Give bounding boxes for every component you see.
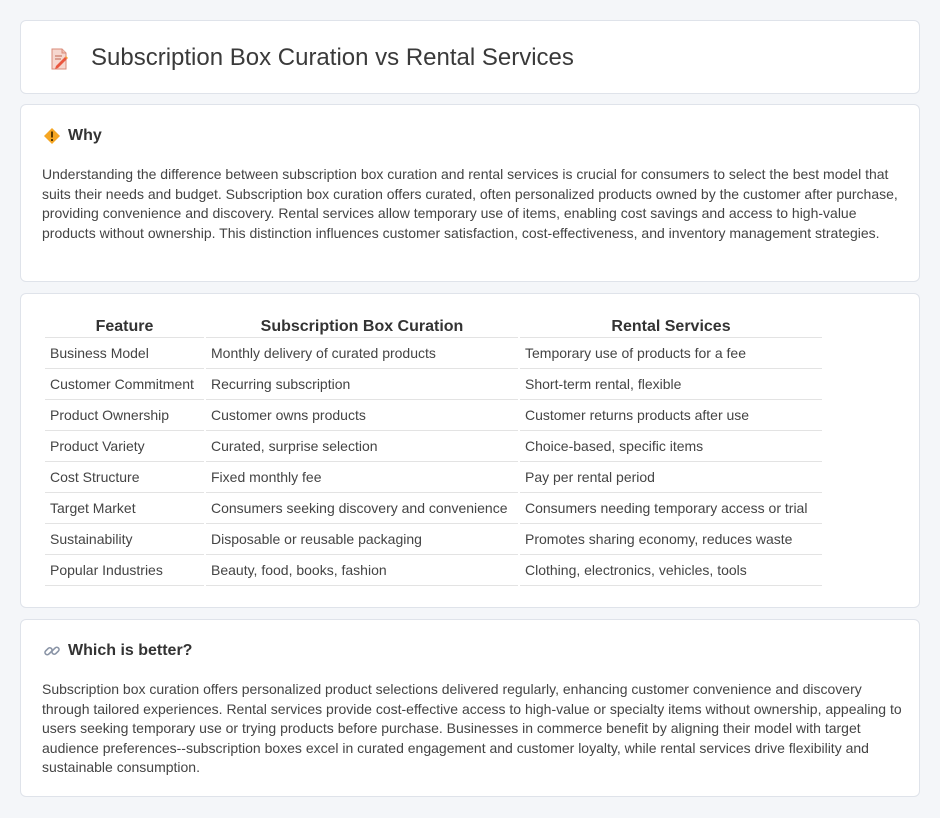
header-card: Subscription Box Curation vs Rental Serv… xyxy=(20,20,920,94)
row-feature: Sustainability xyxy=(45,524,204,555)
row-subscription: Customer owns products xyxy=(206,400,518,431)
page-title: Subscription Box Curation vs Rental Serv… xyxy=(91,44,574,71)
table-row: Customer Commitment Recurring subscripti… xyxy=(45,369,822,400)
table-row: Popular Industries Beauty, food, books, … xyxy=(45,555,822,586)
table-row: Cost Structure Fixed monthly fee Pay per… xyxy=(45,462,822,493)
table-header-row: Feature Subscription Box Curation Rental… xyxy=(45,316,822,338)
why-heading: Why xyxy=(43,127,102,145)
row-subscription: Recurring subscription xyxy=(206,369,518,400)
better-paragraph: Subscription box curation offers persona… xyxy=(42,681,902,776)
why-section: Why Understanding the difference between… xyxy=(20,104,920,282)
row-rental: Consumers needing temporary access or tr… xyxy=(520,493,822,524)
better-section: Which is better? Subscription box curati… xyxy=(20,619,920,797)
row-rental: Choice-based, specific items xyxy=(520,431,822,462)
comparison-section: Feature Subscription Box Curation Rental… xyxy=(20,293,920,608)
better-heading-text: Which is better? xyxy=(68,642,193,659)
row-feature: Business Model xyxy=(45,338,204,369)
row-feature: Popular Industries xyxy=(45,555,204,586)
row-feature: Product Ownership xyxy=(45,400,204,431)
document-edit-icon xyxy=(51,48,68,70)
row-subscription: Monthly delivery of curated products xyxy=(206,338,518,369)
row-feature: Target Market xyxy=(45,493,204,524)
row-feature: Customer Commitment xyxy=(45,369,204,400)
row-rental: Temporary use of products for a fee xyxy=(520,338,822,369)
better-heading: Which is better? xyxy=(43,642,192,660)
row-rental: Clothing, electronics, vehicles, tools xyxy=(520,555,822,586)
row-rental: Customer returns products after use xyxy=(520,400,822,431)
table-row: Product Ownership Customer owns products… xyxy=(45,400,822,431)
link-icon xyxy=(44,646,60,656)
row-subscription: Curated, surprise selection xyxy=(206,431,518,462)
row-subscription: Beauty, food, books, fashion xyxy=(206,555,518,586)
table-row: Business Model Monthly delivery of curat… xyxy=(45,338,822,369)
row-feature: Product Variety xyxy=(45,431,204,462)
row-rental: Short-term rental, flexible xyxy=(520,369,822,400)
table-row: Target Market Consumers seeking discover… xyxy=(45,493,822,524)
why-paragraph: Understanding the difference between sub… xyxy=(42,166,898,241)
header-rental: Rental Services xyxy=(520,316,822,338)
header-subscription: Subscription Box Curation xyxy=(206,316,518,338)
row-subscription: Fixed monthly fee xyxy=(206,462,518,493)
table-row: Product Variety Curated, surprise select… xyxy=(45,431,822,462)
row-subscription: Consumers seeking discovery and convenie… xyxy=(206,493,518,524)
table-row: Sustainability Disposable or reusable pa… xyxy=(45,524,822,555)
header-feature: Feature xyxy=(45,316,204,338)
row-feature: Cost Structure xyxy=(45,462,204,493)
warning-diamond-icon xyxy=(44,128,60,144)
row-rental: Promotes sharing economy, reduces waste xyxy=(520,524,822,555)
why-heading-text: Why xyxy=(68,127,102,144)
row-subscription: Disposable or reusable packaging xyxy=(206,524,518,555)
row-rental: Pay per rental period xyxy=(520,462,822,493)
comparison-table: Feature Subscription Box Curation Rental… xyxy=(43,316,824,586)
